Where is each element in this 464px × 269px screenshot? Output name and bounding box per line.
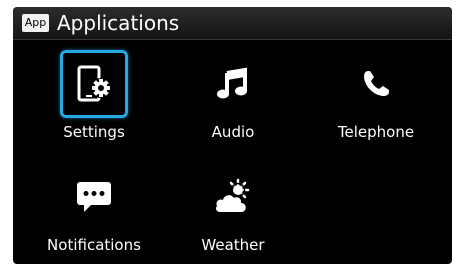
- app-label-telephone: Telephone: [337, 123, 415, 141]
- app-screen: App Applications Settings Audio Telephon…: [13, 7, 452, 264]
- weather-icon: [199, 163, 267, 231]
- chat-bubble-icon: [60, 163, 128, 231]
- app-label-weather: Weather: [201, 236, 265, 254]
- app-badge-icon: App: [22, 14, 49, 32]
- app-tile-notifications[interactable]: Notifications: [35, 163, 153, 254]
- page-title: Applications: [57, 11, 180, 35]
- app-label-audio: Audio: [211, 123, 255, 141]
- app-tile-audio[interactable]: Audio: [174, 50, 292, 141]
- title-bar: App Applications: [13, 7, 452, 40]
- music-note-icon: [199, 50, 267, 118]
- app-tile-weather[interactable]: Weather: [174, 163, 292, 254]
- phone-icon: [342, 50, 410, 118]
- app-label-settings: Settings: [63, 123, 125, 141]
- app-tile-telephone[interactable]: Telephone: [317, 50, 435, 141]
- settings-icon: [60, 50, 128, 118]
- app-tile-settings[interactable]: Settings: [35, 50, 153, 141]
- app-label-notifications: Notifications: [47, 236, 141, 254]
